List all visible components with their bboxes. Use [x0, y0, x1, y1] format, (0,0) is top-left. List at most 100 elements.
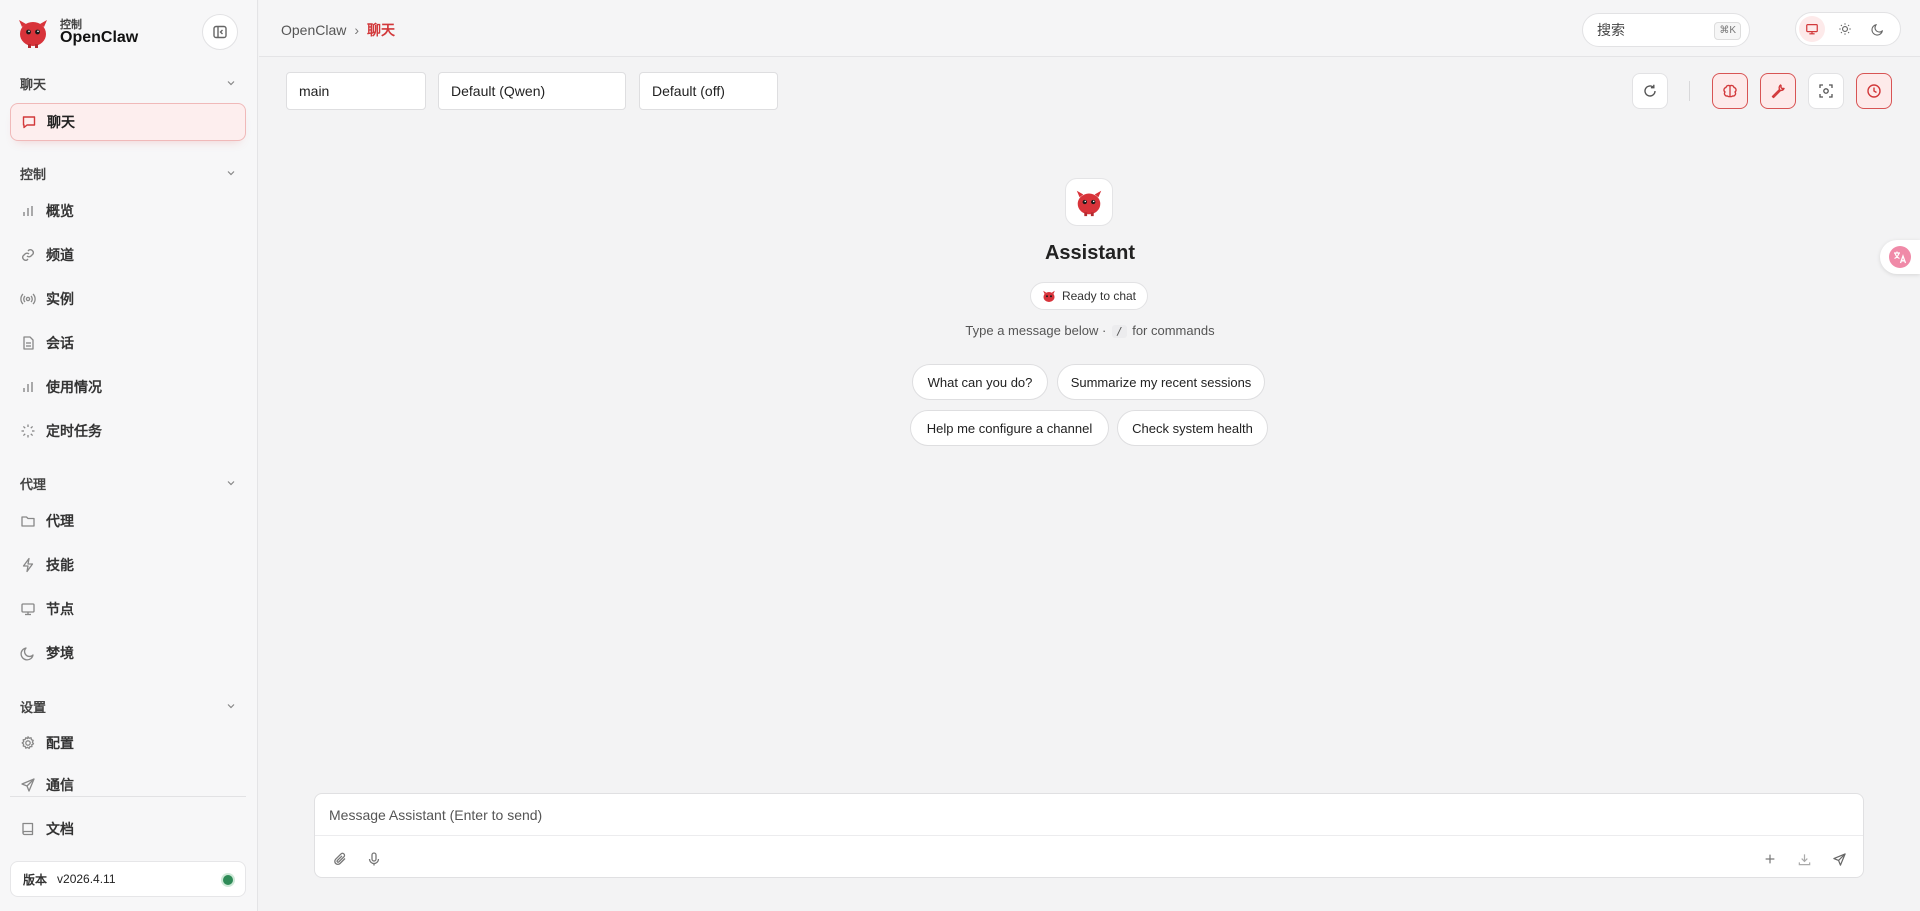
sidebar: 控制 OpenClaw 聊天 聊天 控制 概览 频道 实例 会话 使用情况 定时… [0, 0, 258, 911]
section-agents-header[interactable]: 代理 [20, 474, 236, 494]
topbar: OpenClaw › 聊天 搜索 ⌘K [259, 0, 1920, 57]
status-badge: Ready to chat [1030, 282, 1148, 310]
thinking-toggle-button[interactable] [1712, 73, 1748, 109]
version-label: 版本 [23, 872, 48, 887]
translate-icon [1889, 246, 1911, 268]
hint-slash-key: / [1111, 325, 1127, 338]
document-icon [23, 336, 34, 350]
search-shortcut: ⌘K [1714, 22, 1741, 40]
chat-icon [22, 116, 36, 129]
download-icon [1798, 853, 1810, 865]
sidebar-item-label: 频道 [46, 247, 74, 263]
sidebar-item-label: 概览 [46, 203, 74, 219]
sidebar-item-skills[interactable]: 技能 [10, 546, 246, 584]
chevron-down-icon [227, 171, 235, 176]
thinking-select[interactable]: Default (off) [639, 72, 778, 110]
sidebar-item-label: 文档 [46, 821, 74, 837]
breadcrumb-separator: › [354, 22, 360, 38]
sidebar-item-label: 通信 [46, 777, 74, 793]
status-text: Ready to chat [1061, 289, 1137, 303]
focus-icon [1819, 84, 1833, 98]
sidebar-item-agents[interactable]: 代理 [10, 502, 246, 540]
sidebar-item-dreams[interactable]: 梦境 [10, 634, 246, 672]
sidebar-toggle-icon [213, 25, 227, 39]
sidebar-item-chat[interactable]: 聊天 [10, 103, 246, 141]
sidebar-item-channels[interactable]: 频道 [10, 236, 246, 274]
suggestion-chip[interactable]: Help me configure a channel [910, 410, 1109, 446]
export-button[interactable] [1791, 846, 1817, 872]
radio-icon [20, 293, 36, 305]
sun-icon [1839, 23, 1851, 35]
sidebar-item-label: 梦境 [46, 645, 74, 661]
microphone-icon [368, 852, 380, 866]
focus-mode-button[interactable] [1808, 73, 1844, 109]
hint-suffix: for commands [1132, 323, 1215, 338]
assistant-avatar [1065, 178, 1113, 226]
section-title: 设置 [20, 700, 47, 715]
attach-button[interactable] [327, 846, 353, 872]
sidebar-item-usage[interactable]: 使用情况 [10, 368, 246, 406]
theme-switcher [1795, 12, 1901, 46]
model-select[interactable]: Default (Qwen) [438, 72, 626, 110]
openclaw-logo-icon [19, 20, 47, 48]
collapse-sidebar-button[interactable] [202, 14, 238, 50]
sidebar-item-config[interactable]: 配置 [10, 724, 246, 762]
section-title: 聊天 [20, 77, 47, 92]
monitor-icon [1806, 24, 1818, 35]
sidebar-item-label: 配置 [46, 735, 74, 751]
theme-light-button[interactable] [1832, 16, 1858, 42]
sidebar-item-nodes[interactable]: 节点 [10, 590, 246, 628]
search-box[interactable]: 搜索 ⌘K [1582, 13, 1750, 47]
sidebar-item-overview[interactable]: 概览 [10, 192, 246, 230]
breadcrumb-root[interactable]: OpenClaw [281, 22, 346, 38]
send-icon [21, 778, 35, 792]
section-control-header[interactable]: 控制 [20, 164, 236, 184]
sidebar-item-label: 实例 [46, 291, 74, 307]
wrench-icon [1771, 84, 1785, 99]
sidebar-item-docs[interactable]: 文档 [10, 810, 246, 848]
chevron-down-icon [227, 704, 235, 709]
section-title: 代理 [20, 477, 47, 492]
sidebar-item-cron-jobs[interactable]: 定时任务 [10, 412, 246, 450]
theme-system-button[interactable] [1799, 16, 1825, 42]
sidebar-item-sessions[interactable]: 会话 [10, 324, 246, 362]
section-chat-header[interactable]: 聊天 [20, 74, 236, 94]
sidebar-item-label: 技能 [46, 557, 74, 573]
refresh-button[interactable] [1632, 73, 1668, 109]
tools-toggle-button[interactable] [1760, 73, 1796, 109]
theme-dark-button[interactable] [1865, 16, 1891, 42]
version-badge: 版本 v2026.4.11 [10, 861, 246, 897]
book-icon [22, 822, 34, 836]
sidebar-item-label: 代理 [46, 513, 74, 529]
gear-icon [21, 736, 35, 750]
sidebar-item-instances[interactable]: 实例 [10, 280, 246, 318]
sidebar-item-label: 定时任务 [46, 423, 102, 439]
section-settings-header[interactable]: 设置 [20, 697, 236, 717]
suggestion-chip[interactable]: What can you do? [912, 364, 1048, 400]
send-icon [1832, 852, 1846, 866]
session-select[interactable]: main [286, 72, 426, 110]
breadcrumb: OpenClaw › 聊天 [281, 20, 395, 40]
chevron-down-icon [227, 481, 235, 486]
send-button[interactable] [1826, 846, 1852, 872]
assistant-name: Assistant [1044, 242, 1136, 264]
suggestion-chip[interactable]: Check system health [1117, 410, 1268, 446]
plus-icon [1765, 854, 1775, 864]
sidebar-item-label: 使用情况 [46, 379, 102, 395]
zap-icon [22, 557, 34, 573]
voice-input-button[interactable] [361, 846, 387, 872]
translate-widget-button[interactable] [1880, 240, 1920, 274]
toolbar-separator [1689, 81, 1690, 101]
history-toggle-button[interactable] [1856, 73, 1892, 109]
brand-name: OpenClaw [60, 29, 139, 46]
message-composer [314, 793, 1864, 878]
link-icon [22, 249, 34, 261]
suggestion-chip[interactable]: Summarize my recent sessions [1057, 364, 1265, 400]
loader-icon [21, 424, 35, 438]
bar-chart-icon [23, 382, 33, 392]
message-input[interactable] [315, 794, 1863, 836]
new-session-button[interactable] [1757, 846, 1783, 872]
openclaw-mascot-icon [1076, 190, 1102, 217]
breadcrumb-current: 聊天 [367, 22, 396, 38]
search-label: 搜索 [1597, 22, 1625, 38]
